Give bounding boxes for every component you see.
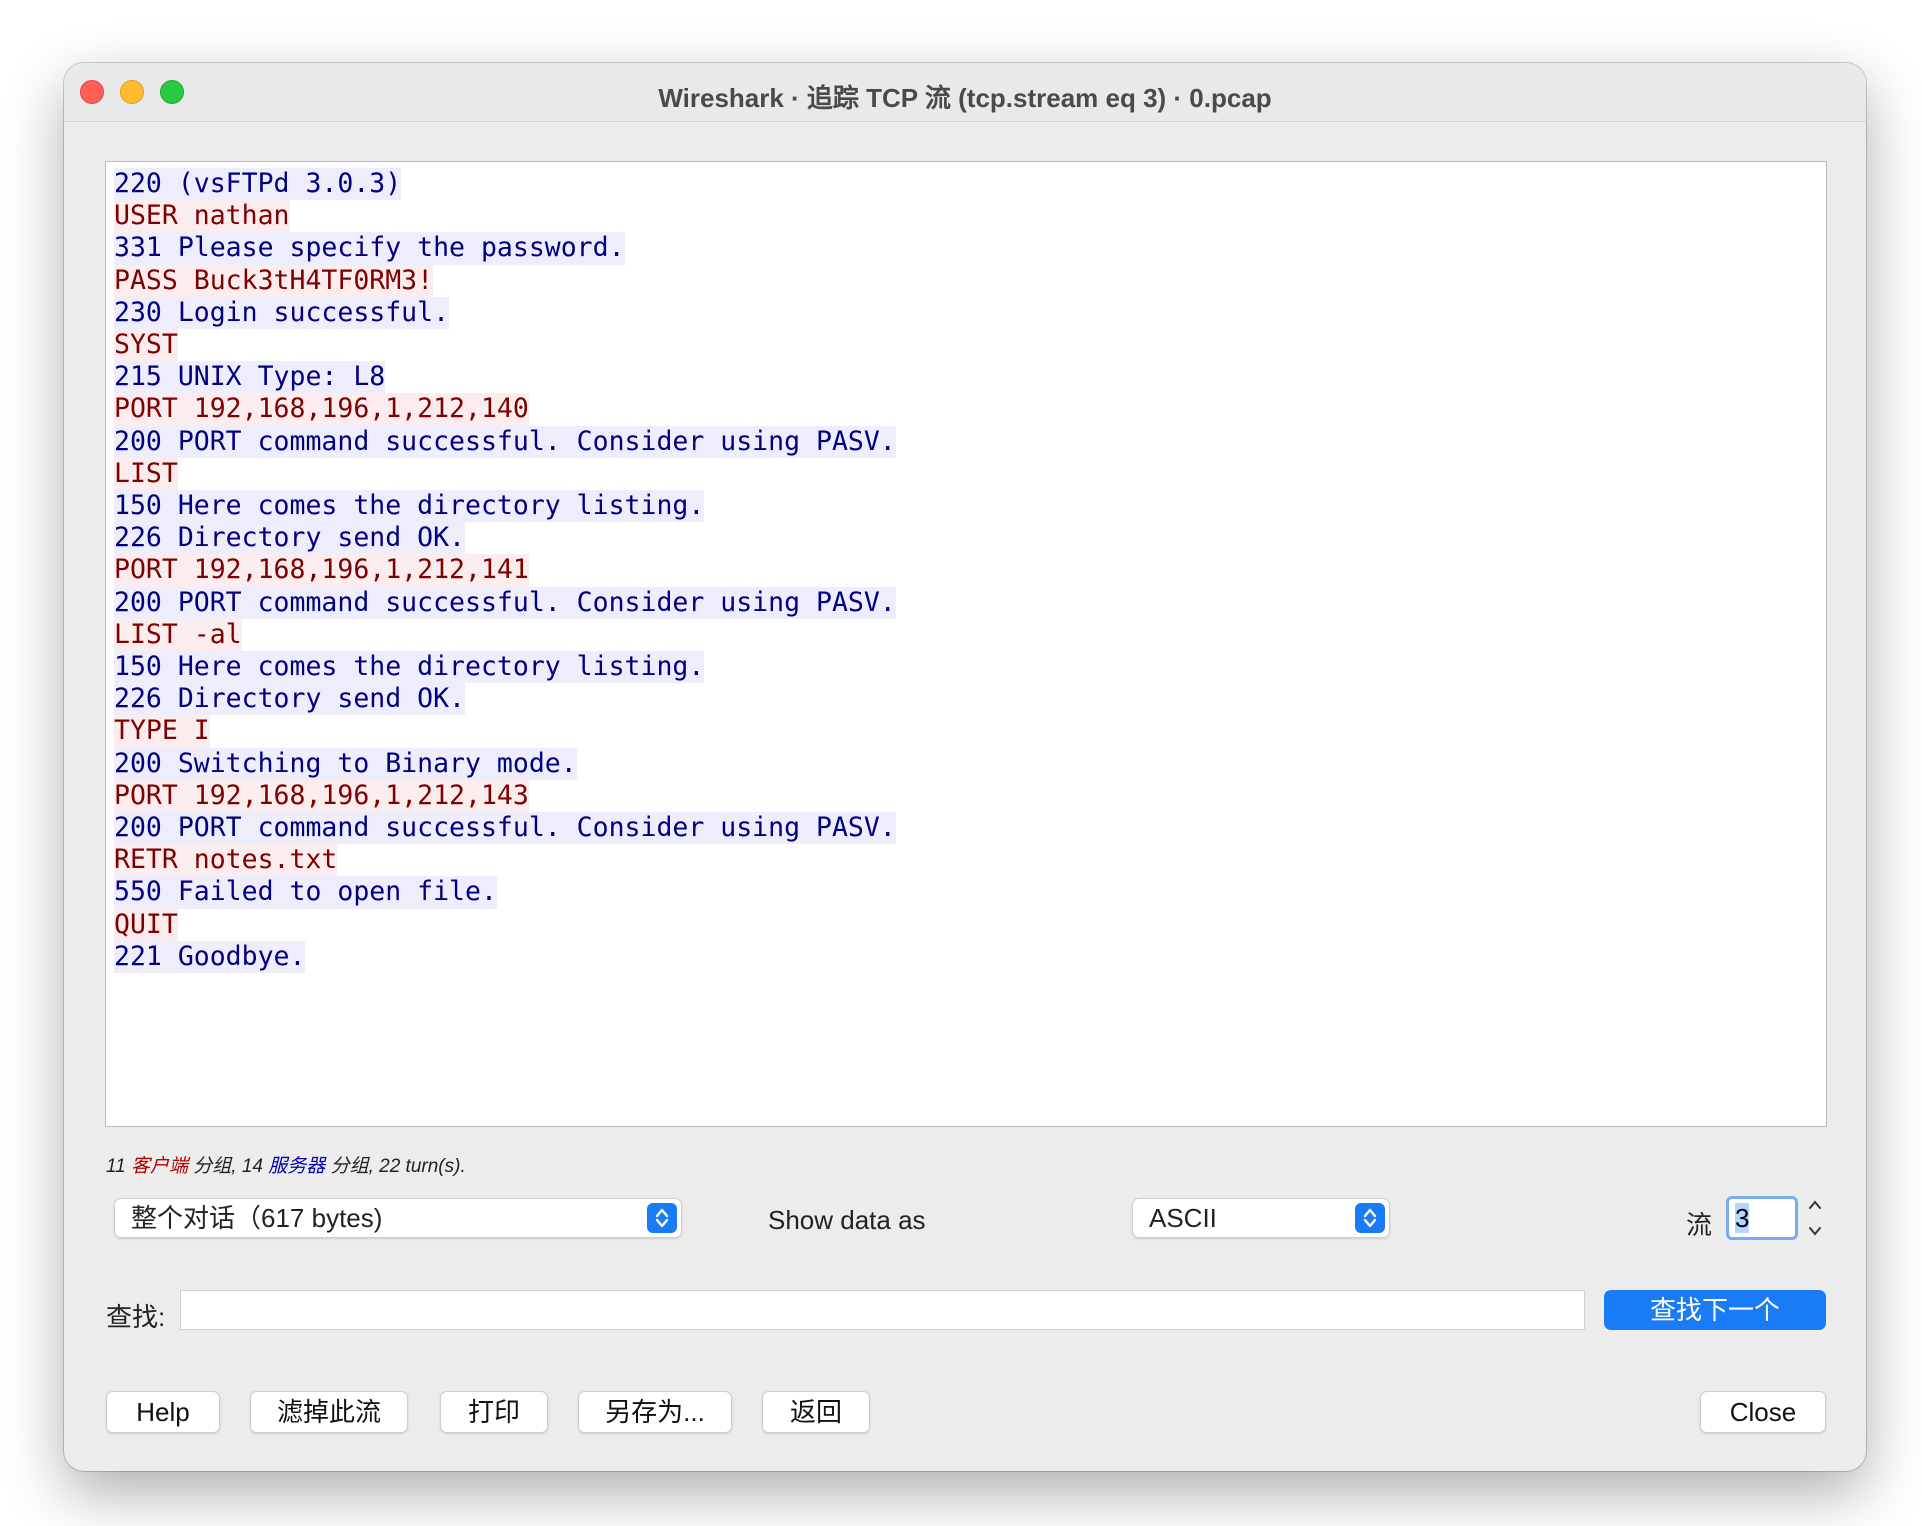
server-stream-line: 226 Directory send OK. — [114, 683, 465, 716]
server-stream-line: 200 Switching to Binary mode. — [114, 747, 577, 780]
stream-number-input[interactable]: 3 — [1726, 1196, 1798, 1240]
back-button[interactable]: 返回 — [762, 1391, 870, 1433]
stream-label: 流 — [1686, 1210, 1713, 1240]
filter-out-stream-button[interactable]: 滤掉此流 — [250, 1391, 408, 1433]
client-stream-line: QUIT — [114, 908, 178, 941]
server-stream-line: 200 PORT command successful. Consider us… — [114, 425, 896, 458]
server-stream-line: 550 Failed to open file. — [114, 876, 497, 909]
search-label: 查找: — [106, 1302, 166, 1332]
client-stream-line: RETR notes.txt — [114, 844, 338, 877]
summary-mid: 分组, 14 — [188, 1156, 269, 1177]
client-stream-line: TYPE I — [114, 715, 210, 748]
client-label: 客户端 — [131, 1156, 189, 1177]
client-stream-line: LIST -al — [114, 618, 242, 652]
packet-summary: 11 客户端 分组, 14 服务器 分组, 22 turn(s). — [106, 1151, 466, 1178]
server-stream-line: 220 (vsFTPd 3.0.3) — [114, 168, 402, 201]
stream-number-value: 3 — [1735, 1203, 1750, 1233]
print-button[interactable]: 打印 — [440, 1391, 548, 1433]
search-input[interactable] — [180, 1290, 1585, 1330]
conversation-select[interactable]: 整个对话（617 bytes) — [114, 1198, 682, 1238]
server-stream-line: 150 Here comes the directory listing. — [114, 490, 705, 523]
find-next-button[interactable]: 查找下一个 — [1604, 1290, 1826, 1330]
window-title: Wireshark · 追踪 TCP 流 (tcp.stream eq 3) ·… — [658, 83, 1272, 113]
summary-tail: 分组, 22 turn(s). — [325, 1156, 466, 1177]
client-stream-line: PORT 192,168,196,1,212,143 — [114, 779, 529, 813]
stream-content-view[interactable]: 220 (vsFTPd 3.0.3) USER nathan 331 Please … — [105, 161, 1827, 1127]
chevron-down-icon[interactable] — [1807, 1224, 1823, 1238]
select-arrows-icon — [1355, 1203, 1385, 1233]
chevron-up-icon[interactable] — [1807, 1198, 1823, 1212]
client-count: 11 — [106, 1156, 132, 1177]
client-stream-line: PORT 192,168,196,1,212,141 — [114, 554, 529, 587]
show-data-label: Show data as — [768, 1205, 926, 1235]
server-stream-line: 215 UNIX Type: L8 — [114, 361, 386, 394]
server-stream-line: 200 PORT command successful. Consider us… — [114, 812, 896, 845]
server-label: 服务器 — [268, 1156, 326, 1177]
close-button[interactable]: Close — [1700, 1391, 1826, 1433]
conversation-select-value: 整个对话（617 bytes) — [131, 1203, 383, 1233]
server-stream-line: 150 Here comes the directory listing. — [114, 651, 705, 684]
stream-stepper[interactable] — [1804, 1198, 1826, 1238]
server-stream-line: 200 PORT command successful. Consider us… — [114, 586, 896, 619]
server-stream-line: 230 Login successful. — [114, 296, 450, 330]
client-stream-line: PASS Buck3tH4TF0RM3! — [114, 264, 434, 297]
client-stream-line: PORT 192,168,196,1,212,140 — [114, 393, 529, 426]
select-arrows-icon — [647, 1203, 677, 1233]
save-as-button[interactable]: 另存为... — [578, 1391, 732, 1433]
server-stream-line: 331 Please specify the password. — [114, 232, 625, 265]
show-data-value: ASCII — [1149, 1203, 1217, 1233]
client-stream-line: SYST — [114, 329, 178, 362]
title-bar: Wireshark · 追踪 TCP 流 (tcp.stream eq 3) ·… — [64, 63, 1866, 122]
show-data-select[interactable]: ASCII — [1132, 1198, 1390, 1238]
help-button[interactable]: Help — [106, 1391, 220, 1433]
client-stream-line: LIST — [114, 457, 178, 491]
server-stream-line: 221 Goodbye. — [114, 940, 306, 974]
server-stream-line: 226 Directory send OK. — [114, 522, 465, 555]
follow-tcp-stream-window: Wireshark · 追踪 TCP 流 (tcp.stream eq 3) ·… — [64, 63, 1866, 1471]
client-stream-line: USER nathan — [114, 200, 290, 233]
